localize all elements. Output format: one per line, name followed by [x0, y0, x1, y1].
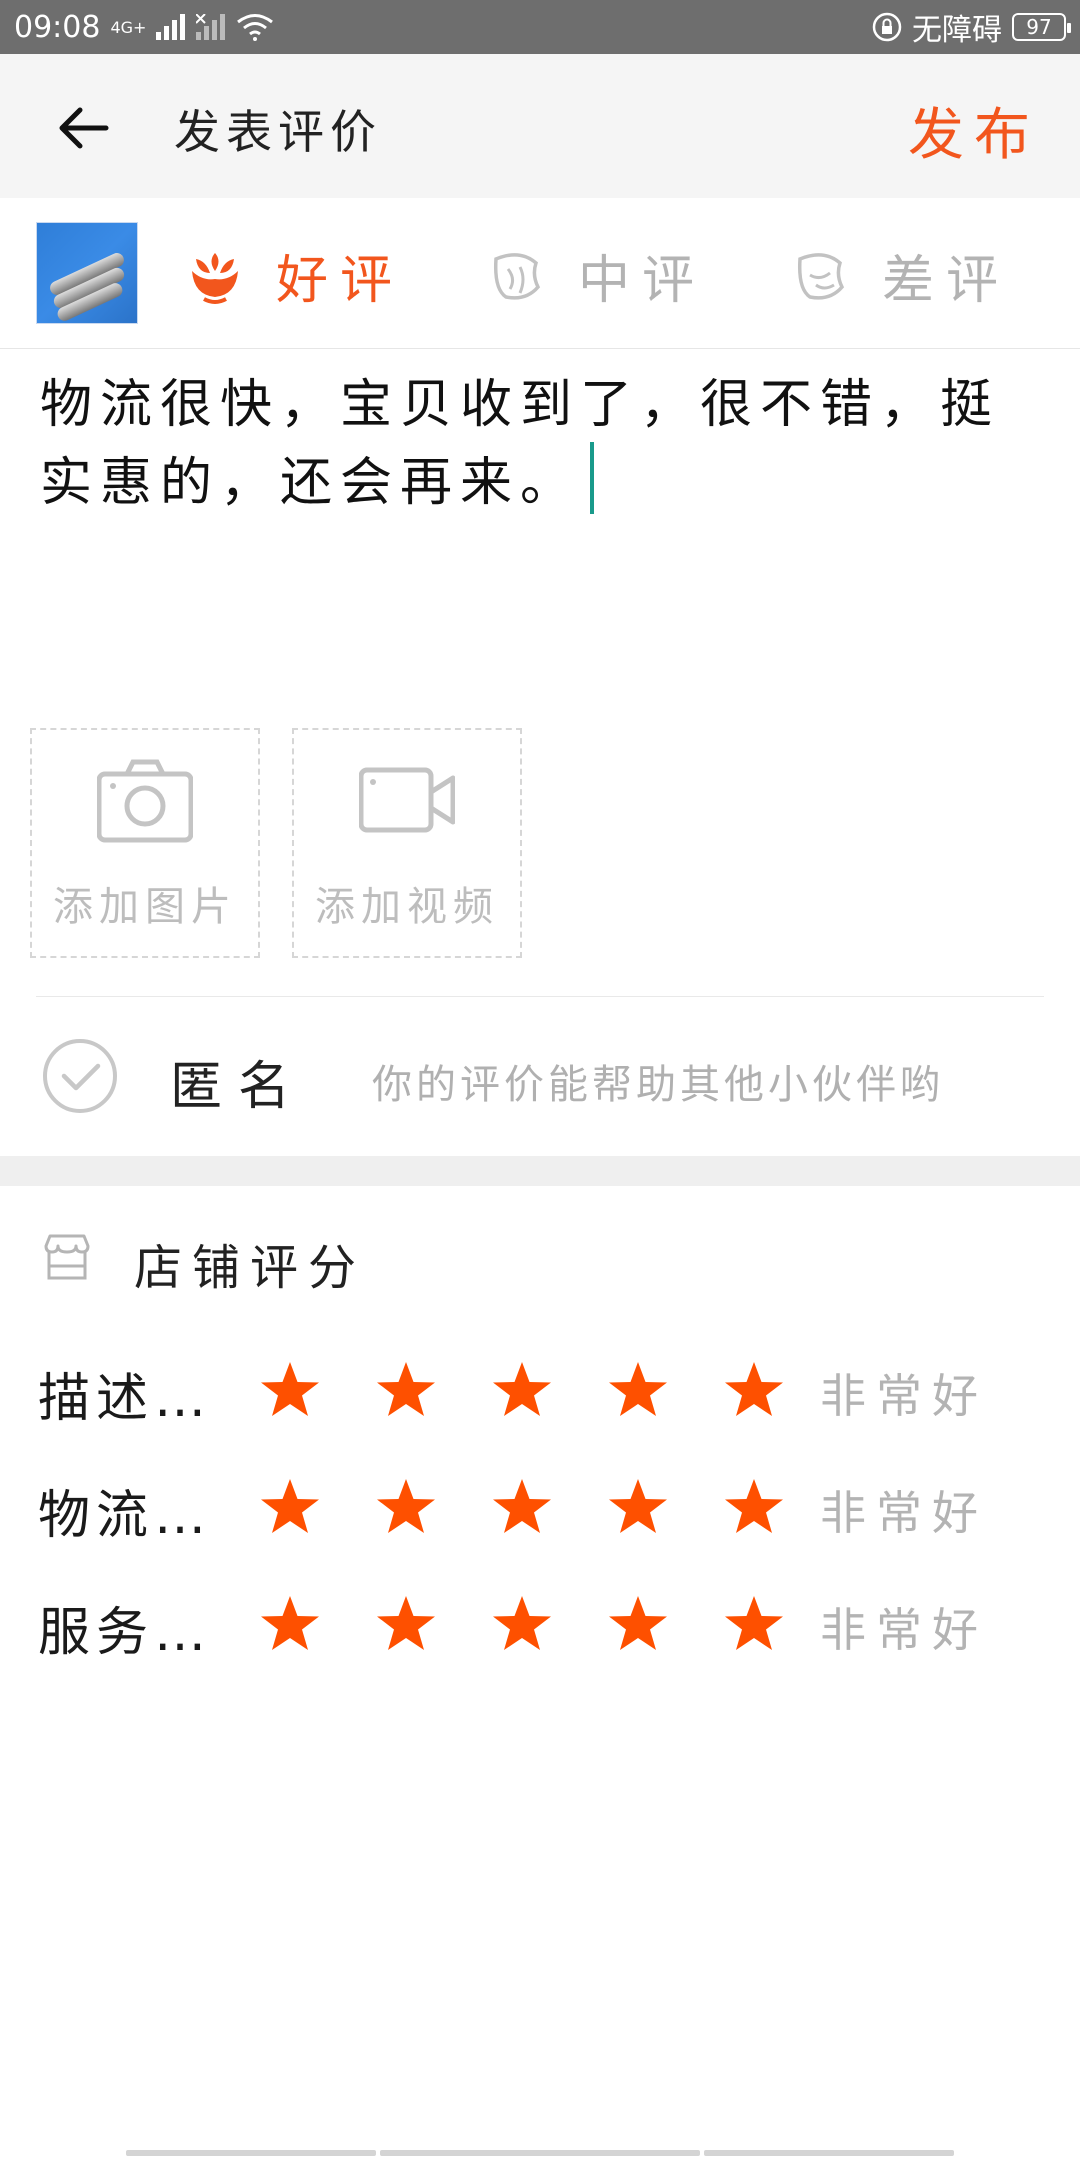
- score-row-label: 物流…: [38, 1486, 213, 1546]
- score-row-text: 非常好: [820, 1369, 988, 1423]
- publish-button[interactable]: 发布: [908, 90, 1040, 171]
- shop-rating-title: 店铺评分: [134, 1240, 367, 1296]
- anonymous-checkbox-icon[interactable]: [42, 1038, 118, 1114]
- star-icon[interactable]: [374, 1360, 438, 1422]
- app-header: 发表评价 发布: [0, 54, 1080, 198]
- status-time: 09:08: [14, 9, 101, 45]
- star-icon[interactable]: [258, 1360, 322, 1422]
- store-icon: [44, 1234, 90, 1280]
- add-photo-button[interactable]: 添加图片: [30, 728, 260, 958]
- star-icon[interactable]: [258, 1594, 322, 1656]
- review-textarea[interactable]: 物流很快，宝贝收到了，很不错，挺实惠的，还会再来。: [40, 368, 1040, 520]
- rating-good-label: 好评: [276, 251, 405, 311]
- status-left: 09:08 4G+: [14, 10, 274, 45]
- score-row-label: 服务…: [38, 1603, 213, 1663]
- rating-bad-option[interactable]: 差评: [790, 238, 1010, 313]
- divider: [36, 996, 1044, 997]
- star-icon[interactable]: [606, 1594, 670, 1656]
- shop-rating-header: 店铺评分: [0, 1186, 1080, 1326]
- network-label: 4G+: [110, 17, 147, 37]
- score-row-text: 非常好: [820, 1486, 988, 1540]
- star-icon[interactable]: [374, 1477, 438, 1539]
- text-caret: [590, 442, 595, 514]
- star-icon[interactable]: [374, 1594, 438, 1656]
- add-photo-label: 添加图片: [53, 884, 237, 930]
- flower-bad-icon: [797, 252, 845, 300]
- section-separator: [0, 1156, 1080, 1186]
- accessibility-label: 无障碍: [912, 13, 1002, 48]
- product-thumbnail: [36, 222, 138, 324]
- status-right: 无障碍 97: [872, 5, 1071, 49]
- star-icon[interactable]: [722, 1360, 786, 1422]
- score-row: 物流… 非常好: [0, 1455, 1080, 1555]
- battery-level: 97: [1026, 15, 1052, 39]
- star-icon[interactable]: [606, 1477, 670, 1539]
- anonymous-label: 匿名: [170, 1057, 307, 1117]
- score-row-text: 非常好: [820, 1603, 988, 1657]
- anonymous-row: 匿名 你的评价能帮助其他小伙伴哟: [0, 1000, 1080, 1150]
- rating-medium-label: 中评: [578, 251, 707, 311]
- star-icon[interactable]: [722, 1477, 786, 1539]
- rating-medium-option[interactable]: 中评: [486, 238, 706, 313]
- wifi-icon: [237, 14, 274, 41]
- bottom-indicator: [0, 2150, 1080, 2160]
- back-arrow-icon[interactable]: [56, 100, 112, 156]
- flower-good-icon: [192, 252, 238, 304]
- star-icon[interactable]: [606, 1360, 670, 1422]
- star-icon[interactable]: [490, 1594, 554, 1656]
- star-icon[interactable]: [490, 1360, 554, 1422]
- signal-icon: [156, 14, 186, 40]
- flower-medium-icon: [493, 252, 541, 300]
- score-row-label: 描述…: [38, 1369, 213, 1429]
- video-camera-icon: [359, 767, 455, 833]
- add-video-label: 添加视频: [315, 884, 499, 930]
- star-icon[interactable]: [722, 1594, 786, 1656]
- star-icon[interactable]: [490, 1477, 554, 1539]
- score-row: 服务… 非常好: [0, 1572, 1080, 1672]
- star-icon[interactable]: [258, 1477, 322, 1539]
- score-row: 描述… 非常好: [0, 1338, 1080, 1438]
- page-title: 发表评价: [174, 105, 382, 159]
- review-text-content: 物流很快，宝贝收到了，很不错，挺实惠的，还会再来。: [40, 375, 1001, 513]
- signal-weak-icon: [196, 14, 226, 40]
- rating-bad-label: 差评: [882, 251, 1011, 311]
- status-bar: 09:08 4G+ 无障碍 97: [0, 0, 1080, 54]
- rating-good-option[interactable]: 好评: [184, 238, 404, 313]
- camera-icon: [97, 759, 193, 843]
- lock-icon: [872, 12, 902, 42]
- add-video-button[interactable]: 添加视频: [292, 728, 522, 958]
- rating-type-row: 好评 中评 差评: [0, 198, 1080, 349]
- anonymous-hint: 你的评价能帮助其他小伙伴哟: [372, 1062, 944, 1108]
- battery-indicator: 97: [1012, 13, 1071, 41]
